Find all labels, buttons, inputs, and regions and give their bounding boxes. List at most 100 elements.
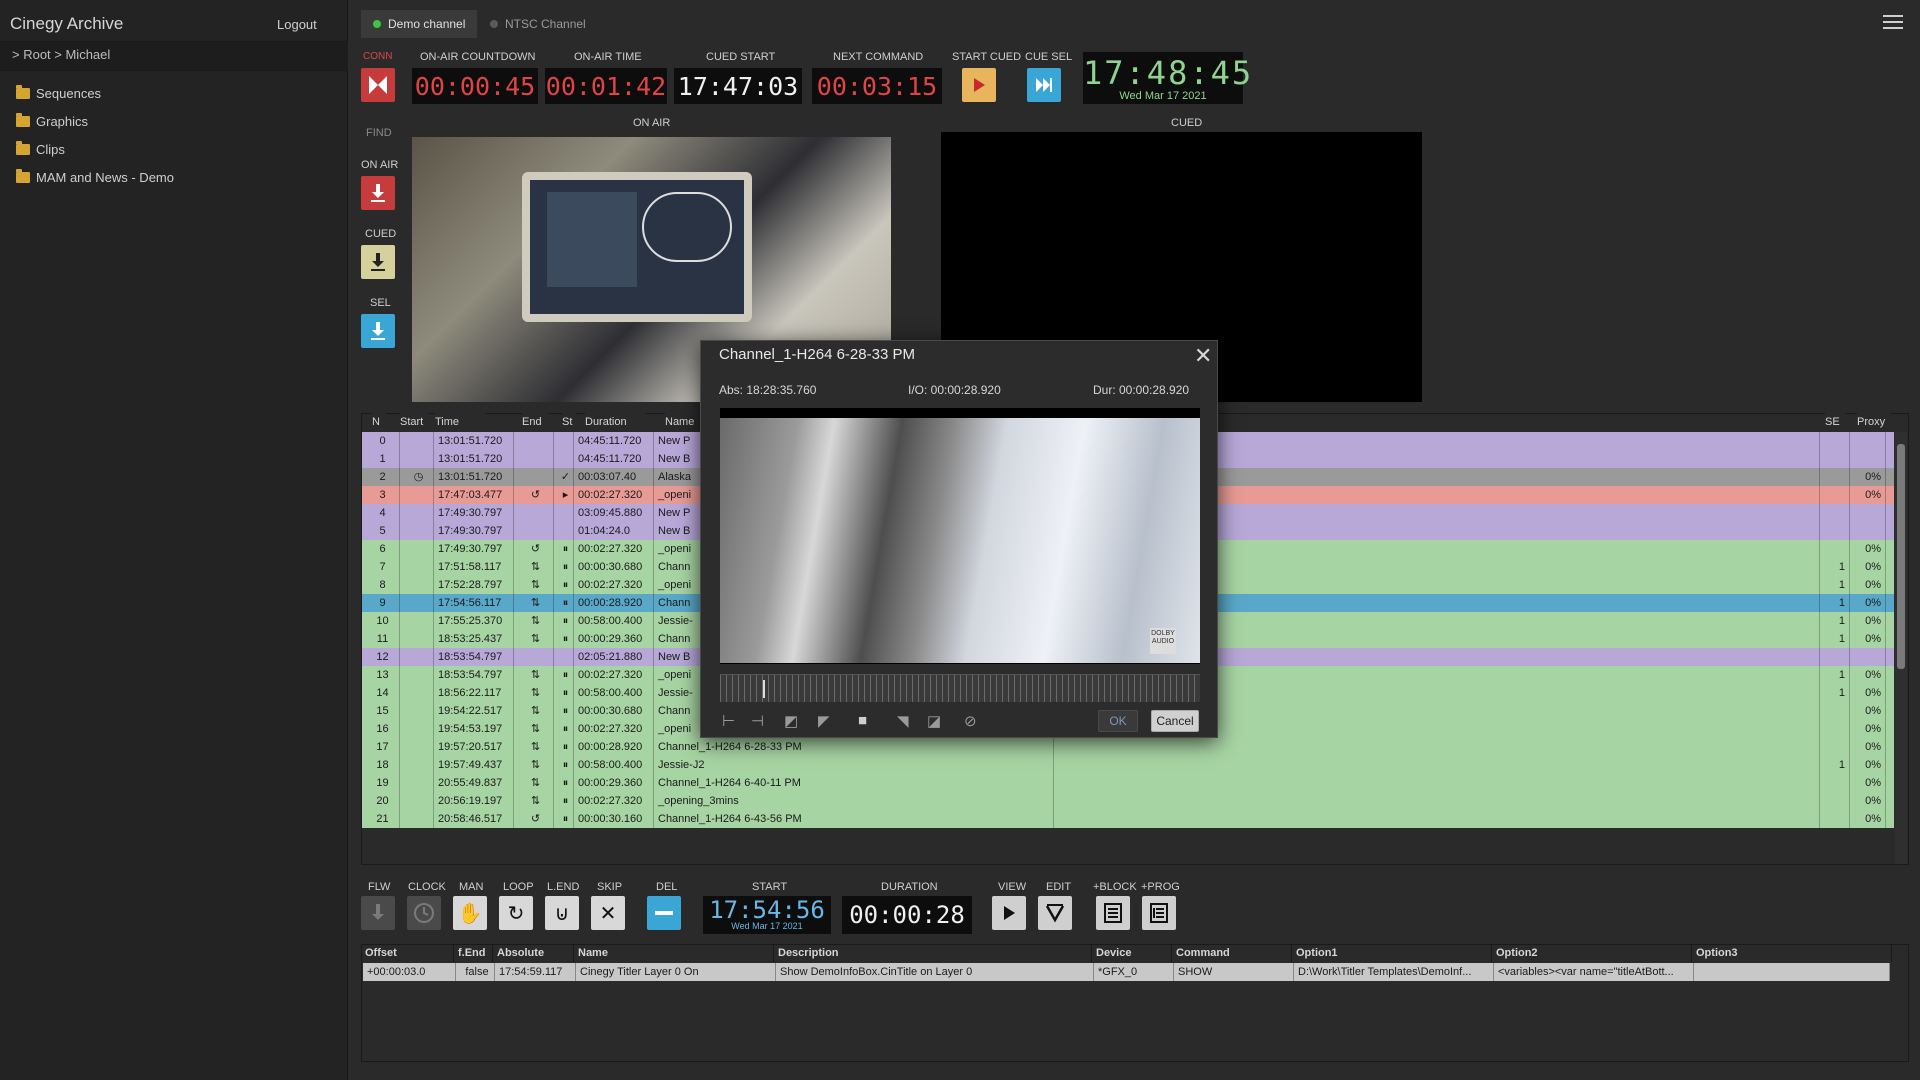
mark-in-icon[interactable]: ◩	[784, 712, 798, 730]
start-time-box[interactable]: 17:54:56 Wed Mar 17 2021	[703, 896, 831, 934]
go-to-end-icon[interactable]: ⊣	[751, 712, 764, 730]
timeline-playhead[interactable]	[763, 680, 766, 698]
cmd-cell-description[interactable]: Show DemoInfoBox.CinTitle on Layer 0	[776, 963, 1094, 981]
cmd-cell-option3[interactable]	[1694, 963, 1890, 981]
conn-button[interactable]	[361, 68, 395, 102]
cancel-button[interactable]: Cancel	[1151, 710, 1199, 732]
tab-demo-channel[interactable]: Demo channel	[361, 10, 478, 38]
logout-link[interactable]: Logout	[277, 17, 317, 32]
col-header-name[interactable]: Name	[665, 413, 705, 431]
cmd-cell-name[interactable]: Cinegy Titler Layer 0 On	[576, 963, 776, 981]
on-air-button[interactable]	[361, 176, 395, 210]
col-header-st[interactable]: St	[562, 413, 576, 431]
col-header-se[interactable]: SE	[1825, 413, 1845, 431]
cued-button[interactable]	[361, 245, 395, 279]
cmd-cell-fend[interactable]: false	[456, 963, 495, 981]
col-header-duration[interactable]: Duration	[585, 413, 645, 431]
view-button[interactable]	[992, 896, 1026, 930]
table-cell-n: 10	[362, 612, 400, 630]
onair-countdown: 00:00:45	[412, 68, 538, 104]
table-row[interactable]: 17 19:57:20.517 ⇅ ⏸ 00:00:28.920 Channel_1-H2…	[362, 738, 1894, 756]
cmd-col-header-option2[interactable]: Option2	[1492, 945, 1692, 962]
loop-button[interactable]: ↻	[499, 896, 533, 930]
cmd-cell-device[interactable]: *GFX_0	[1094, 963, 1174, 981]
cued-start: 17:47:03	[674, 68, 802, 104]
flw-button[interactable]	[361, 896, 395, 930]
add-block-button[interactable]	[1096, 896, 1130, 930]
tree-item-mam-news-demo[interactable]: MAM and News - Demo	[16, 167, 174, 187]
start-cued-button[interactable]	[962, 68, 996, 102]
go-to-start-icon[interactable]: ⊢	[722, 712, 735, 730]
table-row[interactable]: 21 20:58:46.517 ↺ ⏸ 00:00:30.160 Channel_1-H2…	[362, 810, 1894, 828]
cmd-cell-command[interactable]: SHOW	[1174, 963, 1294, 981]
table-cell-time: 18:53:54.797	[434, 666, 514, 684]
next-frame-icon[interactable]: ◥	[897, 712, 909, 730]
ok-button[interactable]: OK	[1098, 710, 1138, 732]
clear-marks-icon[interactable]: ⊘	[964, 712, 977, 730]
find-label[interactable]: FIND	[366, 127, 392, 139]
duration-label: DURATION	[881, 881, 938, 893]
cmd-col-header-fend[interactable]: f.End	[454, 945, 493, 962]
tab-ntsc-channel[interactable]: NTSC Channel	[478, 10, 598, 38]
col-header-start[interactable]: Start	[400, 413, 428, 431]
table-cell-se: 1	[1820, 612, 1850, 630]
cmd-col-header-option3[interactable]: Option3	[1692, 945, 1892, 962]
cmd-cell-option1[interactable]: D:\Work\Titler Templates\DemoInf...	[1294, 963, 1494, 981]
prev-frame-icon[interactable]: ◤	[818, 712, 830, 730]
cmd-col-header-option1[interactable]: Option1	[1292, 945, 1492, 962]
table-row[interactable]: 18 19:57:49.437 ⇅ ⏸ 00:58:00.400 Jessie-J2 1 0%	[362, 756, 1894, 774]
man-button[interactable]: ✋	[453, 896, 487, 930]
breadcrumb[interactable]: > Root > Michael	[12, 47, 110, 62]
table-cell-end	[514, 522, 554, 540]
cmd-cell-option2[interactable]: <variables><var name="titleAtBott...	[1494, 963, 1694, 981]
table-cell-se	[1820, 504, 1850, 522]
cmd-col-header-description[interactable]: Description	[774, 945, 1092, 962]
cmd-col-header-absolute[interactable]: Absolute	[493, 945, 574, 962]
tree-item-graphics[interactable]: Graphics	[16, 111, 88, 131]
sel-button[interactable]	[361, 314, 395, 348]
table-cell-st: ⏸	[554, 612, 574, 630]
col-header-end[interactable]: End	[522, 413, 548, 431]
cmd-cell-offset[interactable]: +00:00:03.0	[363, 963, 456, 981]
playlist-scroll-thumb[interactable]	[1897, 444, 1905, 669]
col-header-time[interactable]: Time	[435, 413, 485, 431]
tree-item-sequences[interactable]: Sequences	[16, 83, 101, 103]
table-cell-start	[400, 792, 434, 810]
table-cell-se	[1820, 792, 1850, 810]
edit-button[interactable]	[1038, 896, 1072, 930]
dialog-video-frame[interactable]	[720, 418, 1200, 663]
table-cell-st	[554, 648, 574, 666]
col-header-n[interactable]: N	[372, 413, 386, 431]
dialog-timeline[interactable]	[720, 674, 1200, 702]
lend-label: L.END	[547, 881, 580, 893]
cmd-cell-absolute[interactable]: 17:54:59.117	[495, 963, 576, 981]
col-header-proxy[interactable]: Proxy	[1857, 413, 1891, 431]
add-program-button[interactable]	[1142, 896, 1176, 930]
tree-item-clips[interactable]: Clips	[16, 139, 65, 159]
clock-button[interactable]	[407, 896, 441, 930]
close-icon[interactable]: ✕	[1194, 343, 1212, 369]
cmd-col-header-device[interactable]: Device	[1092, 945, 1172, 962]
duration-box[interactable]: 00:00:28	[842, 896, 972, 934]
skip-forward-icon	[1036, 78, 1052, 92]
table-cell-spacer	[1054, 810, 1820, 828]
skip-button[interactable]: ✕	[591, 896, 625, 930]
mark-out-icon[interactable]: ◪	[927, 712, 941, 730]
stop-icon[interactable]: ■	[858, 712, 867, 729]
cmd-col-header-offset[interactable]: Offset	[361, 945, 454, 962]
table-row[interactable]: 19 20:55:49.837 ⇅ ⏸ 00:00:29.360 Channel_1-H2…	[362, 774, 1894, 792]
onair-time-label: ON-AIR TIME	[574, 51, 642, 63]
table-cell-dur: 00:02:27.320	[574, 540, 654, 558]
table-row[interactable]: 20 20:56:19.197 ⇅ ⏸ 00:02:27.320 _opening_3mi…	[362, 792, 1894, 810]
lend-button[interactable]: ⊍	[545, 896, 579, 930]
cmd-col-header-name[interactable]: Name	[574, 945, 774, 962]
table-cell-time: 18:53:54.797	[434, 648, 514, 666]
del-button[interactable]	[647, 896, 681, 930]
table-cell-dur: 00:02:27.320	[574, 576, 654, 594]
cmd-col-header-command[interactable]: Command	[1172, 945, 1292, 962]
tree-item-label: Clips	[36, 141, 65, 157]
table-cell-st: ⏸	[554, 594, 574, 612]
hamburger-menu-icon[interactable]	[1883, 15, 1903, 30]
cue-sel-button[interactable]	[1027, 68, 1061, 102]
table-cell-proxy: 0%	[1850, 576, 1886, 594]
